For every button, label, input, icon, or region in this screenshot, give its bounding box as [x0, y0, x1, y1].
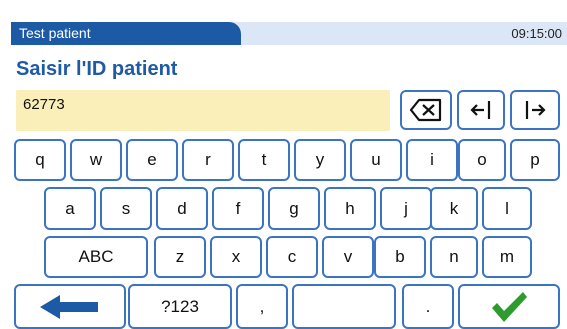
- keyboard-screen: Test patient 09:15:00 Saisir l'ID patien…: [0, 0, 567, 329]
- key-c[interactable]: c: [266, 236, 318, 278]
- cursor-right-icon: [524, 99, 546, 121]
- back-arrow-icon: [38, 293, 102, 321]
- key-x[interactable]: x: [210, 236, 262, 278]
- cursor-left-icon: [470, 99, 492, 121]
- clock: 09:15:00: [511, 26, 562, 41]
- key-u[interactable]: u: [350, 139, 402, 181]
- key-s[interactable]: s: [100, 187, 152, 230]
- key-v[interactable]: v: [322, 236, 374, 278]
- key-period[interactable]: .: [402, 284, 454, 329]
- key-d[interactable]: d: [156, 187, 208, 230]
- space-key[interactable]: [292, 284, 396, 329]
- key-l[interactable]: l: [482, 187, 532, 230]
- checkmark-icon: [489, 290, 529, 324]
- key-z[interactable]: z: [154, 236, 206, 278]
- patient-id-input[interactable]: 62773: [16, 90, 390, 131]
- key-p[interactable]: p: [510, 139, 560, 181]
- key-a[interactable]: a: [44, 187, 96, 230]
- confirm-button[interactable]: [458, 284, 560, 329]
- backspace-icon: [409, 98, 443, 122]
- backspace-button[interactable]: [400, 90, 452, 130]
- symbols-button[interactable]: ?123: [128, 284, 232, 329]
- cursor-right-button[interactable]: [510, 90, 560, 130]
- back-button[interactable]: [14, 284, 126, 329]
- key-k[interactable]: k: [430, 187, 478, 230]
- key-y[interactable]: y: [294, 139, 346, 181]
- key-o[interactable]: o: [458, 139, 506, 181]
- cursor-left-button[interactable]: [457, 90, 505, 130]
- key-f[interactable]: f: [212, 187, 264, 230]
- key-h[interactable]: h: [324, 187, 376, 230]
- key-m[interactable]: m: [482, 236, 532, 278]
- key-t[interactable]: t: [238, 139, 290, 181]
- window-title: Test patient: [11, 22, 241, 45]
- key-b[interactable]: b: [374, 236, 426, 278]
- key-comma[interactable]: ,: [236, 284, 288, 329]
- key-w[interactable]: w: [70, 139, 122, 181]
- key-i[interactable]: i: [406, 139, 458, 181]
- key-n[interactable]: n: [430, 236, 478, 278]
- abc-mode-button[interactable]: ABC: [44, 236, 148, 278]
- key-g[interactable]: g: [268, 187, 320, 230]
- key-q[interactable]: q: [14, 139, 66, 181]
- key-j[interactable]: j: [380, 187, 432, 230]
- page-title: Saisir l'ID patient: [16, 58, 178, 80]
- key-r[interactable]: r: [182, 139, 234, 181]
- key-e[interactable]: e: [126, 139, 178, 181]
